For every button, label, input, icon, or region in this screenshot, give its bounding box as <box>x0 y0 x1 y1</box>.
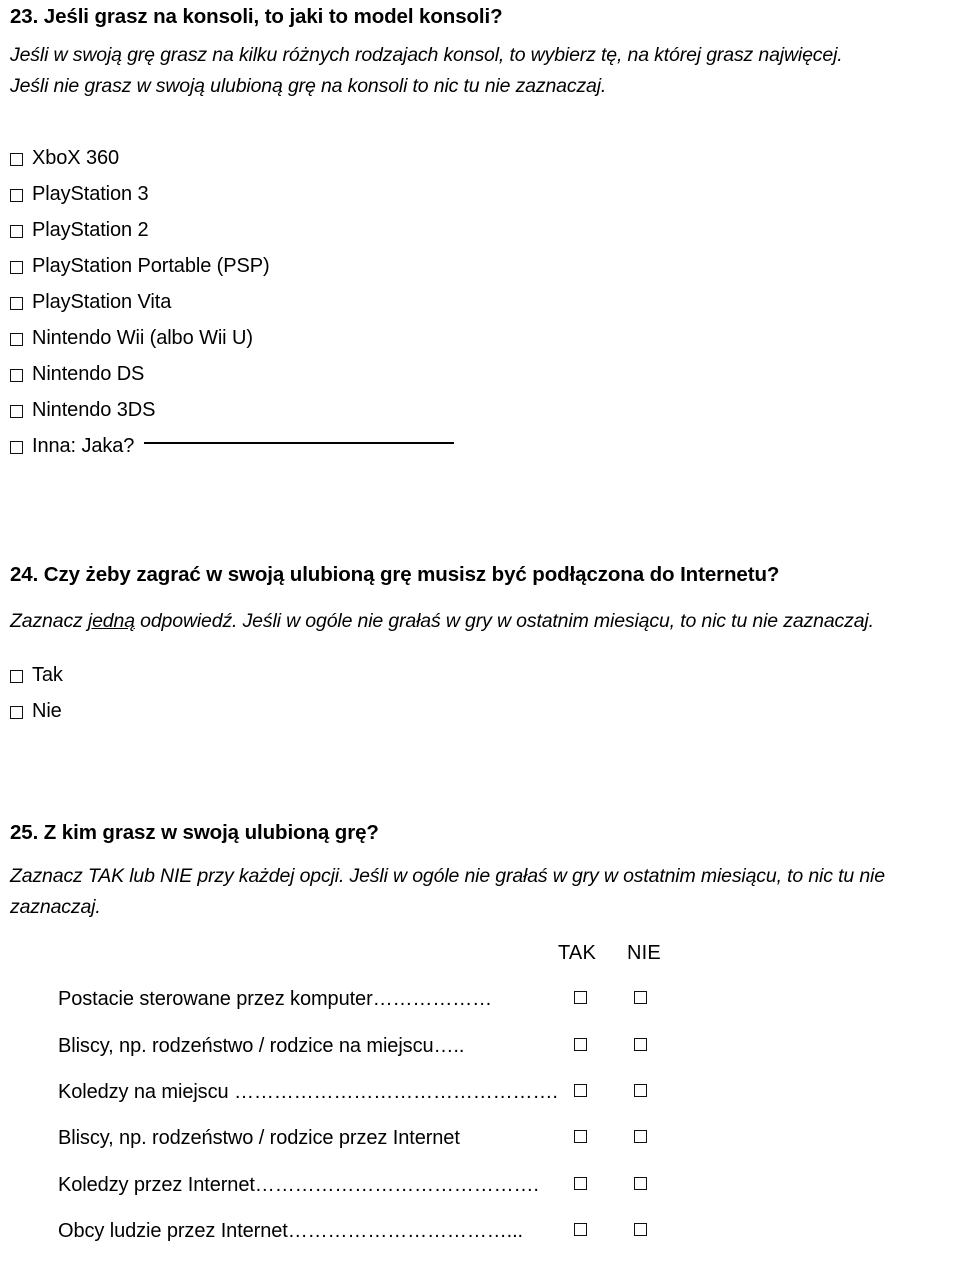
checkbox-icon[interactable] <box>10 404 23 418</box>
checkbox-icon-nie[interactable] <box>634 1038 647 1051</box>
question-25-heading: 25. Z kim grasz w swoją ulubioną grę? <box>10 821 379 844</box>
question-25-instructions: Zaznacz TAK lub NIE przy każdej opcji. J… <box>10 861 960 923</box>
question-25-instruction-line-2: zaznaczaj. <box>10 896 101 918</box>
option-row[interactable]: PlayStation Portable (PSP) <box>10 248 454 284</box>
question-24-block: 24. Czy żeby zagrać w swoją ulubioną grę… <box>10 562 779 588</box>
matrix-row-label: Koledzy przez Internet……………………………………. <box>58 1174 539 1196</box>
checkbox-icon[interactable] <box>10 224 23 238</box>
question-24-heading: 24. Czy żeby zagrać w swoją ulubioną grę… <box>10 563 780 586</box>
checkbox-icon[interactable] <box>10 188 23 202</box>
matrix-row-label: Koledzy na miejscu …………………………………………. <box>58 1081 558 1103</box>
matrix-row: Koledzy na miejscu …………………………………………. <box>0 1081 960 1127</box>
checkbox-icon[interactable] <box>10 152 23 166</box>
option-row[interactable]: Tak <box>10 657 63 693</box>
question-24-instructions: Zaznacz jedną odpowiedź. Jeśli w ogóle n… <box>10 606 956 637</box>
checkbox-icon-nie[interactable] <box>634 1084 647 1097</box>
option-label: PlayStation Portable (PSP) <box>32 254 270 277</box>
option-label: PlayStation 3 <box>32 182 149 205</box>
option-label: Tak <box>32 663 63 686</box>
question-24-option-list: Tak Nie <box>10 657 63 729</box>
question-25-block: 25. Z kim grasz w swoją ulubioną grę? <box>10 820 379 846</box>
question-23-instruction-line-1: Jeśli w swoją grę grasz na kilku różnych… <box>10 44 843 66</box>
question-23-instructions: Jeśli w swoją grę grasz na kilku różnych… <box>10 40 956 102</box>
question-23-block: 23. Jeśli grasz na konsoli, to jaki to m… <box>10 4 503 30</box>
option-label: Nintendo Wii (albo Wii U) <box>32 326 253 349</box>
matrix-row: Obcy ludzie przez Internet……………………………... <box>0 1220 960 1266</box>
option-label: PlayStation 2 <box>32 218 149 241</box>
option-label: Nie <box>32 699 62 722</box>
matrix-row-label: Bliscy, np. rodzeństwo / rodzice przez I… <box>58 1127 460 1149</box>
option-label: PlayStation Vita <box>32 290 172 313</box>
matrix-column-header-nie: NIE <box>627 942 661 964</box>
checkbox-icon[interactable] <box>10 296 23 310</box>
checkbox-icon-nie[interactable] <box>634 1223 647 1236</box>
matrix-row: Bliscy, np. rodzeństwo / rodzice przez I… <box>0 1127 960 1173</box>
checkbox-icon[interactable] <box>10 260 23 274</box>
instruction-underlined-word: jedną <box>87 610 135 632</box>
question-23-option-list: XboX 360 PlayStation 3 PlayStation 2 Pla… <box>10 140 455 464</box>
matrix-row: Postacie sterowane przez komputer……………… <box>0 988 960 1034</box>
instruction-prefix: Zaznacz <box>10 610 88 632</box>
checkbox-icon[interactable] <box>10 332 23 346</box>
checkbox-icon-tak[interactable] <box>574 1177 587 1190</box>
checkbox-icon-nie[interactable] <box>634 1130 647 1143</box>
checkbox-icon-tak[interactable] <box>574 1223 587 1236</box>
checkbox-icon[interactable] <box>10 368 23 382</box>
checkbox-icon-nie[interactable] <box>634 1177 647 1190</box>
matrix-row-label: Postacie sterowane przez komputer……………… <box>58 988 493 1010</box>
matrix-column-header-tak: TAK <box>558 942 597 964</box>
checkbox-icon[interactable] <box>10 669 23 683</box>
question-23-heading: 23. Jeśli grasz na konsoli, to jaki to m… <box>10 5 503 28</box>
question-24-instruction: Zaznacz jedną odpowiedź. Jeśli w ogóle n… <box>10 606 956 637</box>
matrix-row: Bliscy, np. rodzeństwo / rodzice na miej… <box>0 1035 960 1081</box>
question-23-instruction-line-2: Jeśli nie grasz w swoją ulubioną grę na … <box>10 75 607 97</box>
checkbox-icon[interactable] <box>10 705 23 719</box>
checkbox-icon-tak[interactable] <box>574 1130 587 1143</box>
matrix-row-label: Bliscy, np. rodzeństwo / rodzice na miej… <box>58 1035 465 1057</box>
checkbox-icon-tak[interactable] <box>574 991 587 1004</box>
option-row[interactable]: Nintendo Wii (albo Wii U) <box>10 320 454 356</box>
matrix-row-label: Obcy ludzie przez Internet……………………………... <box>58 1220 524 1242</box>
instruction-suffix: odpowiedź. Jeśli w ogóle nie grałaś w gr… <box>134 610 874 632</box>
option-row-other[interactable]: Inna: Jaka? <box>10 428 455 464</box>
option-row[interactable]: Nie <box>10 693 63 729</box>
checkbox-icon[interactable] <box>10 440 23 454</box>
option-row[interactable]: XboX 360 <box>10 140 454 176</box>
option-row[interactable]: Nintendo 3DS <box>10 392 454 428</box>
option-row[interactable]: PlayStation 3 <box>10 176 454 212</box>
checkbox-icon-nie[interactable] <box>634 991 647 1004</box>
matrix-row: Koledzy przez Internet……………………………………. <box>0 1174 960 1220</box>
questionnaire-page: 23. Jeśli grasz na konsoli, to jaki to m… <box>0 0 960 1248</box>
option-row[interactable]: PlayStation Vita <box>10 284 454 320</box>
write-in-answer-line[interactable] <box>144 442 455 444</box>
checkbox-icon-tak[interactable] <box>574 1084 587 1097</box>
option-label: Inna: Jaka? <box>32 434 135 457</box>
option-row[interactable]: Nintendo DS <box>10 356 454 392</box>
option-row[interactable]: PlayStation 2 <box>10 212 454 248</box>
question-25-instruction-line-1: Zaznacz TAK lub NIE przy każdej opcji. J… <box>10 865 885 887</box>
option-label: Nintendo 3DS <box>32 398 156 421</box>
option-label: XboX 360 <box>32 146 120 169</box>
checkbox-icon-tak[interactable] <box>574 1038 587 1051</box>
option-label: Nintendo DS <box>32 362 145 385</box>
